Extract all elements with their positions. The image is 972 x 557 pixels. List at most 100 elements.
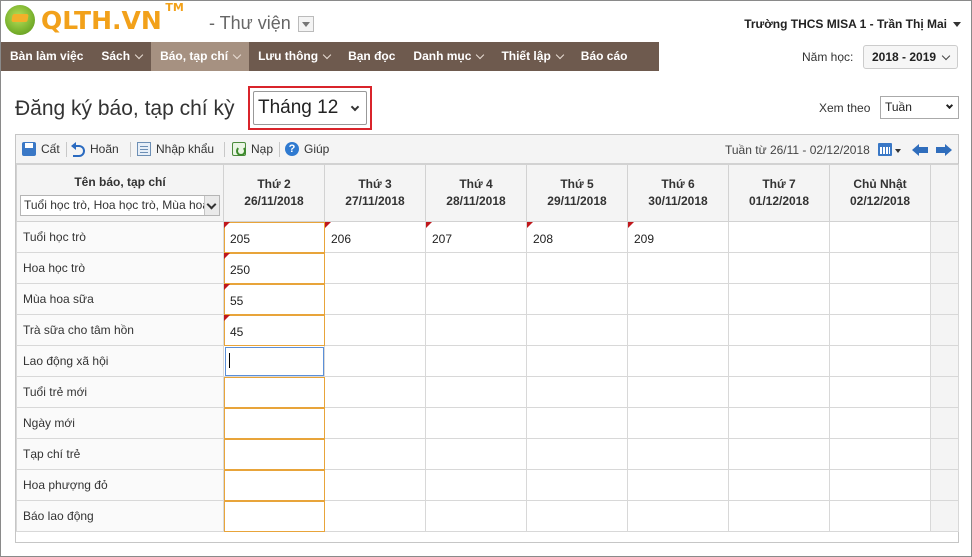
quantity-cell[interactable] bbox=[829, 252, 931, 284]
quantity-cell[interactable] bbox=[728, 314, 830, 346]
user-menu[interactable]: Trường THCS MISA 1 - Trần Thị Mai bbox=[744, 17, 947, 31]
quantity-cell[interactable] bbox=[829, 438, 931, 470]
quantity-cell[interactable]: 55 bbox=[223, 283, 325, 315]
app-logo[interactable]: QLTH.VN TM bbox=[5, 1, 184, 35]
quantity-cell[interactable] bbox=[223, 500, 325, 532]
chevron-down-icon[interactable] bbox=[204, 196, 219, 215]
calendar-icon[interactable] bbox=[878, 143, 892, 156]
quantity-cell[interactable] bbox=[829, 345, 931, 377]
quantity-cell[interactable] bbox=[829, 314, 931, 346]
quantity-cell[interactable]: 208 bbox=[526, 221, 628, 253]
quantity-cell[interactable] bbox=[627, 345, 729, 377]
quantity-cell[interactable] bbox=[324, 314, 426, 346]
import-button[interactable]: Nhập khẩu bbox=[137, 142, 214, 156]
quantity-cell[interactable] bbox=[627, 438, 729, 470]
quantity-cell[interactable] bbox=[425, 500, 527, 532]
quantity-cell[interactable] bbox=[526, 469, 628, 501]
quantity-cell[interactable]: 45 bbox=[223, 314, 325, 346]
school-year-select[interactable]: 2018 - 2019 bbox=[863, 45, 958, 69]
quantity-cell[interactable]: 209 bbox=[627, 221, 729, 253]
quantity-cell[interactable] bbox=[728, 376, 830, 408]
month-select[interactable]: Tháng 12 bbox=[253, 91, 367, 125]
quantity-cell[interactable] bbox=[526, 314, 628, 346]
quantity-cell[interactable] bbox=[627, 469, 729, 501]
quantity-cell[interactable] bbox=[526, 500, 628, 532]
help-button[interactable]: ? Giúp bbox=[285, 142, 329, 156]
quantity-cell[interactable] bbox=[223, 345, 325, 377]
nav-item-sach[interactable]: Sách bbox=[92, 42, 151, 71]
quantity-cell[interactable] bbox=[223, 407, 325, 439]
quantity-cell[interactable] bbox=[526, 252, 628, 284]
quantity-cell[interactable] bbox=[728, 252, 830, 284]
quantity-cell[interactable] bbox=[627, 252, 729, 284]
save-button[interactable]: Cất bbox=[22, 142, 60, 156]
quantity-cell[interactable] bbox=[728, 221, 830, 253]
quantity-cell[interactable] bbox=[526, 345, 628, 377]
quantity-cell[interactable] bbox=[627, 283, 729, 315]
quantity-cell[interactable] bbox=[829, 407, 931, 439]
reload-button[interactable]: Nạp bbox=[232, 142, 273, 156]
quantity-cell[interactable] bbox=[526, 438, 628, 470]
nav-item-danh-muc[interactable]: Danh mục bbox=[404, 42, 492, 71]
quantity-cell[interactable] bbox=[829, 283, 931, 315]
nav-item-bao-cao[interactable]: Báo cáo bbox=[572, 42, 637, 71]
nav-item-ban-lam-viec[interactable]: Bàn làm việc bbox=[1, 42, 92, 71]
nav-item-ban-doc[interactable]: Bạn đọc bbox=[339, 42, 404, 71]
chevron-down-icon[interactable] bbox=[297, 15, 314, 32]
quantity-cell[interactable] bbox=[324, 376, 426, 408]
quantity-cell[interactable] bbox=[728, 283, 830, 315]
quantity-cell[interactable]: 205 bbox=[223, 221, 325, 253]
quantity-cell[interactable] bbox=[324, 345, 426, 377]
help-icon: ? bbox=[285, 142, 299, 156]
publication-filter-select[interactable]: Tuổi học trò, Hoa học trò, Mùa hoa bbox=[20, 195, 220, 216]
quantity-cell[interactable] bbox=[425, 252, 527, 284]
next-week-arrow-icon[interactable] bbox=[936, 144, 952, 156]
module-switcher[interactable]: - Thư viện bbox=[209, 13, 314, 34]
nav-item-luu-thong[interactable]: Lưu thông bbox=[249, 42, 339, 71]
page-title: Đăng ký báo, tạp chí kỳ bbox=[15, 97, 235, 120]
calendar-dropdown-icon[interactable] bbox=[895, 149, 901, 153]
quantity-cell[interactable] bbox=[324, 469, 426, 501]
quantity-cell[interactable] bbox=[627, 500, 729, 532]
quantity-cell[interactable] bbox=[425, 407, 527, 439]
previous-week-arrow-icon[interactable] bbox=[912, 144, 928, 156]
undo-button[interactable]: Hoãn bbox=[71, 142, 119, 157]
quantity-cell[interactable] bbox=[728, 407, 830, 439]
view-mode-select[interactable]: Tuần bbox=[880, 96, 959, 119]
quantity-cell[interactable] bbox=[324, 283, 426, 315]
quantity-cell[interactable] bbox=[324, 438, 426, 470]
quantity-cell[interactable] bbox=[223, 469, 325, 501]
quantity-cell[interactable] bbox=[425, 376, 527, 408]
quantity-cell[interactable] bbox=[526, 407, 628, 439]
quantity-cell[interactable] bbox=[425, 283, 527, 315]
quantity-cell[interactable] bbox=[829, 221, 931, 253]
quantity-cell[interactable]: 207 bbox=[425, 221, 527, 253]
quantity-cell[interactable] bbox=[627, 314, 729, 346]
quantity-cell[interactable] bbox=[324, 252, 426, 284]
quantity-cell[interactable] bbox=[627, 376, 729, 408]
quantity-cell[interactable] bbox=[728, 469, 830, 501]
quantity-cell[interactable] bbox=[728, 500, 830, 532]
quantity-cell[interactable] bbox=[425, 345, 527, 377]
quantity-cell[interactable] bbox=[425, 314, 527, 346]
quantity-cell[interactable] bbox=[223, 438, 325, 470]
quantity-cell[interactable] bbox=[627, 407, 729, 439]
quantity-cell[interactable] bbox=[425, 438, 527, 470]
quantity-cell[interactable] bbox=[425, 469, 527, 501]
quantity-cell[interactable] bbox=[526, 376, 628, 408]
nav-item-thiet-lap[interactable]: Thiết lập bbox=[492, 42, 571, 71]
quantity-cell[interactable] bbox=[829, 376, 931, 408]
user-menu-caret-icon[interactable] bbox=[953, 22, 961, 27]
nav-item-bao-tap-chi[interactable]: Báo, tạp chí bbox=[151, 42, 250, 71]
quantity-cell[interactable] bbox=[324, 407, 426, 439]
quantity-cell[interactable] bbox=[728, 345, 830, 377]
quantity-cell[interactable] bbox=[829, 500, 931, 532]
quantity-cell[interactable] bbox=[324, 500, 426, 532]
quantity-cell[interactable] bbox=[728, 438, 830, 470]
quantity-cell[interactable]: 206 bbox=[324, 221, 426, 253]
modified-flag-icon bbox=[325, 222, 331, 228]
quantity-cell[interactable] bbox=[223, 376, 325, 408]
quantity-cell[interactable] bbox=[829, 469, 931, 501]
quantity-cell[interactable]: 250 bbox=[223, 252, 325, 284]
quantity-cell[interactable] bbox=[526, 283, 628, 315]
